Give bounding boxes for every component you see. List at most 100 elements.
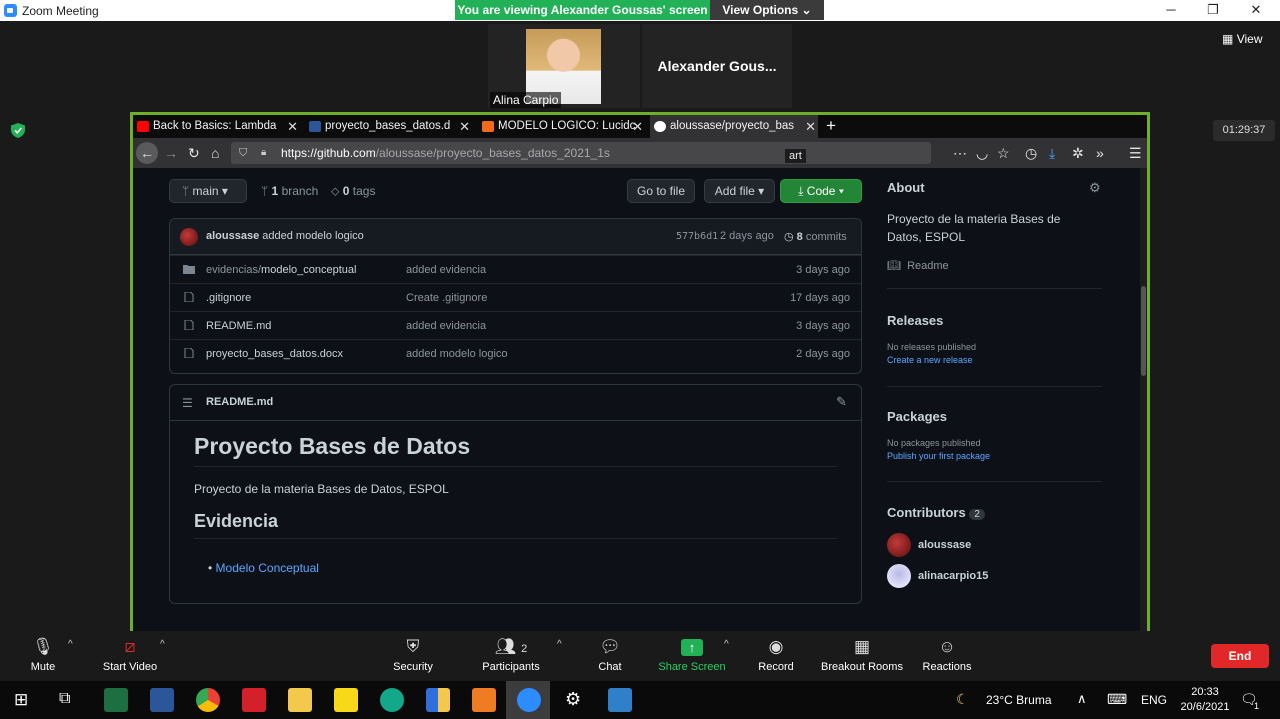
sticky-notes-icon[interactable] bbox=[334, 688, 358, 712]
acrobat-icon[interactable] bbox=[242, 688, 266, 712]
participants-options-caret-icon[interactable]: ^ bbox=[557, 639, 562, 650]
back-icon[interactable]: ← bbox=[136, 142, 158, 164]
share-options-caret-icon[interactable]: ^ bbox=[724, 639, 729, 650]
close-tab-icon[interactable]: ✕ bbox=[459, 115, 470, 138]
security-button[interactable]: ⛨ Security bbox=[368, 637, 458, 673]
pocket-icon[interactable]: ◡ bbox=[976, 145, 988, 161]
close-tab-icon[interactable]: ✕ bbox=[805, 115, 816, 138]
hamburger-menu-icon[interactable]: ☰ bbox=[1129, 145, 1142, 161]
avatar[interactable] bbox=[180, 228, 198, 246]
input-language[interactable]: ENG bbox=[1141, 693, 1167, 707]
file-name[interactable]: proyecto_bases_datos.docx bbox=[206, 348, 343, 360]
keyboard-icon[interactable]: ⌨ bbox=[1107, 691, 1127, 708]
page-scrollbar[interactable] bbox=[1140, 168, 1147, 632]
video-options-caret-icon[interactable]: ^ bbox=[160, 639, 165, 650]
gear-icon[interactable]: ⚙ bbox=[1089, 180, 1101, 196]
edge-icon[interactable] bbox=[380, 688, 404, 712]
reactions-button[interactable]: ☺ Reactions bbox=[902, 637, 992, 673]
code-button[interactable]: ⤓ Code ▾ bbox=[780, 179, 862, 203]
view-options-button[interactable]: View Options ⌄ bbox=[710, 0, 824, 20]
url-bar[interactable]: ⛉ 🔒︎ https://github.com/aloussase/proyec… bbox=[231, 142, 931, 164]
commit-message[interactable]: added modelo logico bbox=[262, 230, 364, 242]
history-icon[interactable]: ◷ bbox=[1025, 145, 1037, 161]
photos-icon[interactable] bbox=[608, 688, 632, 712]
table-row[interactable]: proyecto_bases_datos.docx added modelo l… bbox=[170, 339, 861, 367]
task-view-icon[interactable]: ⧉ bbox=[59, 690, 70, 708]
word-icon[interactable] bbox=[150, 688, 174, 712]
encryption-shield-icon[interactable] bbox=[11, 123, 25, 138]
create-release-link[interactable]: Create a new release bbox=[887, 355, 973, 365]
readme-heading: Proyecto Bases de Datos bbox=[194, 433, 837, 467]
table-row[interactable]: evidencias/modelo_conceptual added evide… bbox=[170, 255, 861, 283]
settings-gear-icon[interactable]: ⚙ bbox=[565, 689, 581, 710]
readme-link[interactable]: 📖︎ Readme bbox=[887, 259, 949, 272]
table-row[interactable]: .gitignore Create .gitignore 17 days ago bbox=[170, 283, 861, 311]
weather-icon[interactable]: ☾ bbox=[956, 691, 969, 708]
branch-selector[interactable]: ᛘ main ▾ bbox=[169, 179, 247, 203]
avast-icon[interactable] bbox=[472, 688, 496, 712]
reload-icon[interactable]: ↻ bbox=[188, 145, 200, 161]
close-tab-icon[interactable]: ✕ bbox=[287, 115, 298, 138]
browser-tab-active[interactable]: aloussase/proyecto_bas ✕ bbox=[650, 115, 818, 138]
tray-chevron-up-icon[interactable]: ∧ bbox=[1077, 691, 1087, 707]
branches-link[interactable]: ᛘ 1 branch bbox=[261, 184, 318, 198]
view-button[interactable]: ▦ View bbox=[1222, 32, 1262, 46]
maximize-button[interactable]: ❐ bbox=[1200, 2, 1226, 18]
overflow-chevron-icon[interactable]: » bbox=[1096, 145, 1104, 161]
scrollbar-thumb[interactable] bbox=[1141, 286, 1146, 376]
clock[interactable]: 20:33 20/6/2021 bbox=[1175, 685, 1235, 715]
file-commit-message[interactable]: added evidencia bbox=[406, 264, 486, 276]
file-name[interactable]: .gitignore bbox=[206, 292, 251, 304]
chat-button[interactable]: 💬︎ Chat bbox=[565, 637, 655, 673]
close-window-button[interactable]: ✕ bbox=[1243, 2, 1269, 18]
publish-package-link[interactable]: Publish your first package bbox=[887, 451, 990, 461]
commits-link[interactable]: ◷ 8 commits bbox=[784, 230, 847, 243]
home-icon[interactable]: ⌂ bbox=[211, 145, 219, 161]
participants-button[interactable]: 👥︎ 2 Participants bbox=[466, 637, 556, 673]
downloads-icon[interactable]: ⤓ bbox=[1049, 145, 1055, 161]
releases-title[interactable]: Releases bbox=[887, 313, 943, 328]
new-tab-button[interactable]: + bbox=[826, 115, 836, 137]
extensions-icon[interactable]: ✲ bbox=[1072, 145, 1084, 161]
close-tab-icon[interactable]: ✕ bbox=[632, 115, 643, 138]
tab-label: aloussase/proyecto_bas bbox=[670, 120, 795, 132]
packages-title[interactable]: Packages bbox=[887, 409, 947, 424]
chrome-icon[interactable] bbox=[196, 688, 220, 712]
windows-start-icon[interactable]: ⊞ bbox=[14, 690, 28, 710]
minimize-button[interactable]: ─ bbox=[1158, 2, 1184, 18]
zoom-icon[interactable] bbox=[517, 688, 541, 712]
file-commit-message[interactable]: Create .gitignore bbox=[406, 292, 487, 304]
browser-tab[interactable]: proyecto_bases_datos.d ✕ bbox=[305, 115, 472, 138]
more-actions-icon[interactable]: ⋯ bbox=[953, 145, 967, 161]
modelo-conceptual-link[interactable]: Modelo Conceptual bbox=[216, 561, 319, 575]
forward-icon[interactable]: → bbox=[164, 145, 178, 161]
record-button[interactable]: ◉ Record bbox=[731, 637, 821, 673]
excel-icon[interactable] bbox=[104, 688, 128, 712]
participant-video-alina[interactable]: Alina Carpio bbox=[488, 24, 640, 108]
browser-tab[interactable]: MODELO LOGICO: Lucidc ✕ bbox=[478, 115, 645, 138]
browser-tab[interactable]: Back to Basics: Lambda ✕ bbox=[133, 115, 300, 138]
caret-down-icon: ▾ bbox=[838, 184, 844, 198]
edit-pencil-icon[interactable]: ✎ bbox=[836, 394, 847, 410]
weather-text[interactable]: 23°C Bruma bbox=[986, 693, 1052, 707]
breakout-rooms-button[interactable]: ▦ Breakout Rooms bbox=[817, 637, 907, 673]
mute-button[interactable]: 🎙︎ Mute bbox=[0, 637, 88, 673]
table-row[interactable]: README.md added evidencia 3 days ago bbox=[170, 311, 861, 339]
participant-video-alexander[interactable]: Alexander Gous... bbox=[642, 24, 792, 108]
end-meeting-button[interactable]: End bbox=[1211, 644, 1269, 668]
commit-sha[interactable]: 577b6d1 bbox=[676, 231, 718, 242]
file-name[interactable]: README.md bbox=[206, 320, 271, 332]
file-explorer-icon[interactable] bbox=[288, 688, 312, 712]
go-to-file-button[interactable]: Go to file bbox=[627, 179, 695, 203]
add-file-button[interactable]: Add file ▾ bbox=[704, 179, 775, 203]
tags-link[interactable]: ⬦ 0 tags bbox=[331, 184, 375, 199]
bookmark-star-icon[interactable]: ☆ bbox=[997, 145, 1010, 161]
audio-options-caret-icon[interactable]: ^ bbox=[68, 639, 73, 650]
contributors-title[interactable]: Contributors 2 bbox=[887, 505, 985, 520]
file-commit-message[interactable]: added modelo logico bbox=[406, 348, 508, 360]
commit-author[interactable]: aloussase bbox=[206, 230, 259, 242]
file-name[interactable]: evidencias/modelo_conceptual bbox=[206, 264, 356, 276]
security-shield-icon[interactable] bbox=[426, 688, 450, 712]
file-commit-message[interactable]: added evidencia bbox=[406, 320, 486, 332]
list-icon[interactable]: ☰ bbox=[182, 396, 193, 410]
